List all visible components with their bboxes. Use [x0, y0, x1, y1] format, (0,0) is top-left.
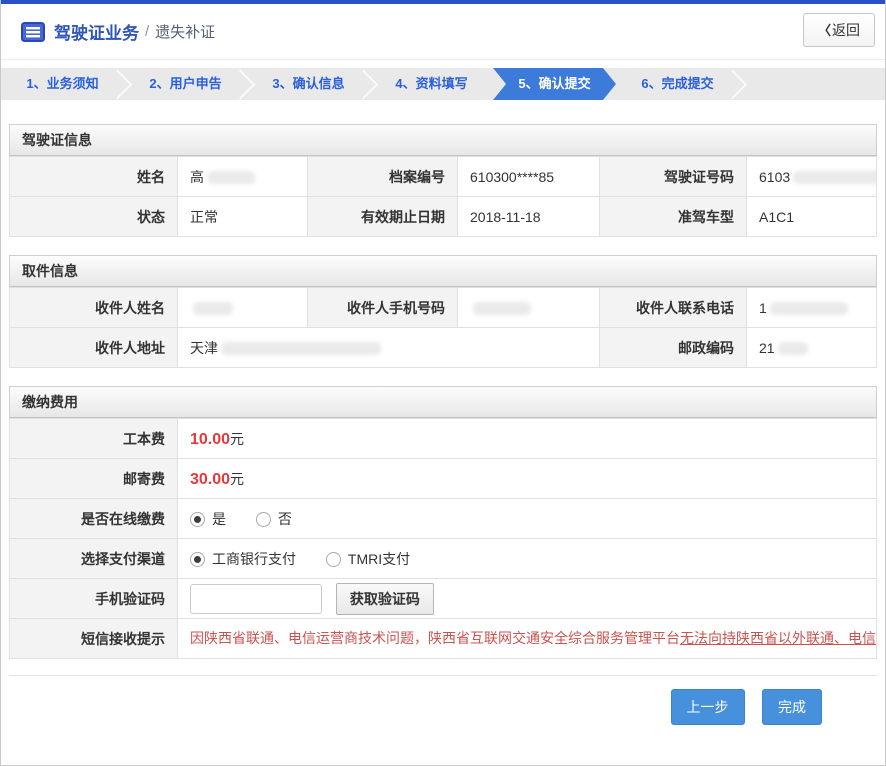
table-row: 状态 正常 有效期止日期 2018-11-18 准驾车型 A1C1	[10, 197, 877, 237]
recipient-phone-label: 收件人联系电话	[600, 288, 747, 328]
payment-section: 缴纳费用 工本费 10.00元 邮寄费 30.00元 是否在线缴费 是 否	[9, 386, 877, 659]
radio-unchecked-icon[interactable]	[326, 552, 341, 567]
recipient-phone-value: 1	[747, 288, 877, 328]
recipient-name-label: 收件人姓名	[10, 288, 178, 328]
warning-text-underlined: 无法向持陕西省以外联通、电信手机号码的用户发送短信,	[680, 630, 877, 646]
table-row: 工本费 10.00元	[10, 419, 877, 459]
page-title: 驾驶证业务	[54, 19, 139, 44]
radio-unchecked-icon[interactable]	[256, 512, 271, 527]
redacted-mask	[770, 302, 848, 315]
radio-option-icbc[interactable]: 工商银行支付	[190, 549, 296, 569]
postage-fee-unit: 元	[230, 471, 244, 487]
postage-fee-amount: 30.00	[190, 471, 230, 488]
step-tab-fill-materials[interactable]: 4、资料填写	[370, 68, 493, 100]
table-row: 邮寄费 30.00元	[10, 459, 877, 499]
recipient-address-value: 天津	[178, 328, 600, 368]
recipient-mobile-value	[458, 288, 600, 328]
status-value: 正常	[178, 197, 308, 237]
status-label: 状态	[10, 197, 178, 237]
postal-code-label: 邮政编码	[600, 328, 747, 368]
redacted-mask	[778, 342, 808, 355]
payment-table: 工本费 10.00元 邮寄费 30.00元 是否在线缴费 是 否 选择支付渠道	[9, 418, 877, 659]
production-fee-amount: 10.00	[190, 431, 230, 448]
page-subtitle: 遗失补证	[155, 21, 215, 42]
production-fee-unit: 元	[230, 431, 244, 447]
sms-notice-label: 短信接收提示	[10, 619, 178, 659]
back-chevron-icon: 〈	[818, 23, 831, 38]
breadcrumb-separator: /	[145, 23, 149, 40]
redacted-mask	[221, 342, 381, 355]
table-row: 手机验证码 获取验证码	[10, 579, 877, 619]
delivery-info-table: 收件人姓名 收件人手机号码 收件人联系电话 1 收件人地址 天津 邮政编码 21	[9, 287, 877, 368]
step-tab-confirm-info[interactable]: 3、确认信息	[247, 68, 370, 100]
license-no-value: 6103	[747, 157, 877, 197]
license-service-page: 驾驶证业务 / 遗失补证 〈返回 1、业务须知 2、用户申告 3、确认信息 4、…	[0, 0, 886, 766]
file-no-value: 610300****85	[458, 157, 600, 197]
license-no-label: 驾驶证号码	[600, 157, 747, 197]
form-list-icon	[21, 22, 45, 42]
license-info-section-title: 驾驶证信息	[9, 124, 877, 156]
sms-code-field: 获取验证码	[178, 579, 877, 619]
table-row: 短信接收提示 因陕西省联通、电信运营商技术问题，陕西省互联网交通安全综合服务管理…	[10, 619, 877, 659]
table-row: 是否在线缴费 是 否	[10, 499, 877, 539]
license-info-section: 驾驶证信息 姓名 高 档案编号 610300****85 驾驶证号码 6103 …	[9, 124, 877, 237]
step-tab-user-declaration[interactable]: 2、用户申告	[124, 68, 247, 100]
footer-actions: 上一步 完成	[9, 675, 877, 725]
name-value: 高	[178, 157, 308, 197]
valid-until-value: 2018-11-18	[458, 197, 600, 237]
production-fee-label: 工本费	[10, 419, 178, 459]
delivery-info-section-title: 取件信息	[9, 255, 877, 287]
payment-channel-label: 选择支付渠道	[10, 539, 178, 579]
back-button-label: 返回	[832, 22, 860, 38]
table-row: 姓名 高 档案编号 610300****85 驾驶证号码 6103	[10, 157, 877, 197]
postal-code-value: 21	[747, 328, 877, 368]
production-fee-value: 10.00元	[178, 419, 877, 459]
recipient-mobile-label: 收件人手机号码	[308, 288, 458, 328]
payment-section-title: 缴纳费用	[9, 386, 877, 418]
previous-step-button[interactable]: 上一步	[671, 689, 745, 725]
online-payment-options: 是 否	[178, 499, 877, 539]
recipient-address-label: 收件人地址	[10, 328, 178, 368]
delivery-info-section: 取件信息 收件人姓名 收件人手机号码 收件人联系电话 1 收件人地址 天津 邮政…	[9, 255, 877, 368]
sms-code-input[interactable]	[190, 584, 322, 614]
table-row: 收件人姓名 收件人手机号码 收件人联系电话 1	[10, 288, 877, 328]
postage-fee-value: 30.00元	[178, 459, 877, 499]
get-code-button[interactable]: 获取验证码	[336, 583, 434, 615]
radio-checked-icon[interactable]	[190, 512, 205, 527]
license-info-table: 姓名 高 档案编号 610300****85 驾驶证号码 6103 状态 正常 …	[9, 156, 877, 237]
payment-channel-options: 工商银行支付 TMRI支付	[178, 539, 877, 579]
step-tab-complete-submit[interactable]: 6、完成提交	[616, 68, 739, 100]
recipient-name-value	[178, 288, 308, 328]
radio-option-yes[interactable]: 是	[190, 509, 226, 529]
redacted-mask	[473, 302, 531, 315]
file-no-label: 档案编号	[308, 157, 458, 197]
vehicle-class-value: A1C1	[747, 197, 877, 237]
sms-notice-text: 因陕西省联通、电信运营商技术问题，陕西省互联网交通安全综合服务管理平台无法向持陕…	[178, 619, 877, 659]
name-label: 姓名	[10, 157, 178, 197]
redacted-mask	[193, 302, 233, 315]
page-header: 驾驶证业务 / 遗失补证 〈返回	[1, 4, 885, 60]
postage-fee-label: 邮寄费	[10, 459, 178, 499]
radio-option-no[interactable]: 否	[256, 509, 292, 529]
radio-option-tmri[interactable]: TMRI支付	[326, 549, 410, 569]
back-button[interactable]: 〈返回	[803, 13, 875, 47]
radio-checked-icon[interactable]	[190, 552, 205, 567]
valid-until-label: 有效期止日期	[308, 197, 458, 237]
online-payment-label: 是否在线缴费	[10, 499, 178, 539]
table-row: 选择支付渠道 工商银行支付 TMRI支付	[10, 539, 877, 579]
step-tabs: 1、业务须知 2、用户申告 3、确认信息 4、资料填写 5、确认提交 6、完成提…	[1, 68, 885, 100]
main-content: 驾驶证信息 姓名 高 档案编号 610300****85 驾驶证号码 6103 …	[1, 124, 885, 659]
redacted-mask	[207, 171, 255, 184]
warning-text-before: 因陕西省联通、电信运营商技术问题，陕西省互联网交通安全综合服务管理平台	[190, 630, 680, 646]
vehicle-class-label: 准驾车型	[600, 197, 747, 237]
breadcrumb: 驾驶证业务 / 遗失补证	[21, 19, 869, 44]
redacted-mask	[793, 171, 876, 184]
finish-button[interactable]: 完成	[762, 689, 822, 725]
step-tab-business-notice[interactable]: 1、业务须知	[1, 68, 124, 100]
table-row: 收件人地址 天津 邮政编码 21	[10, 328, 877, 368]
step-tab-confirm-submit[interactable]: 5、确认提交	[493, 68, 616, 100]
sms-code-label: 手机验证码	[10, 579, 178, 619]
